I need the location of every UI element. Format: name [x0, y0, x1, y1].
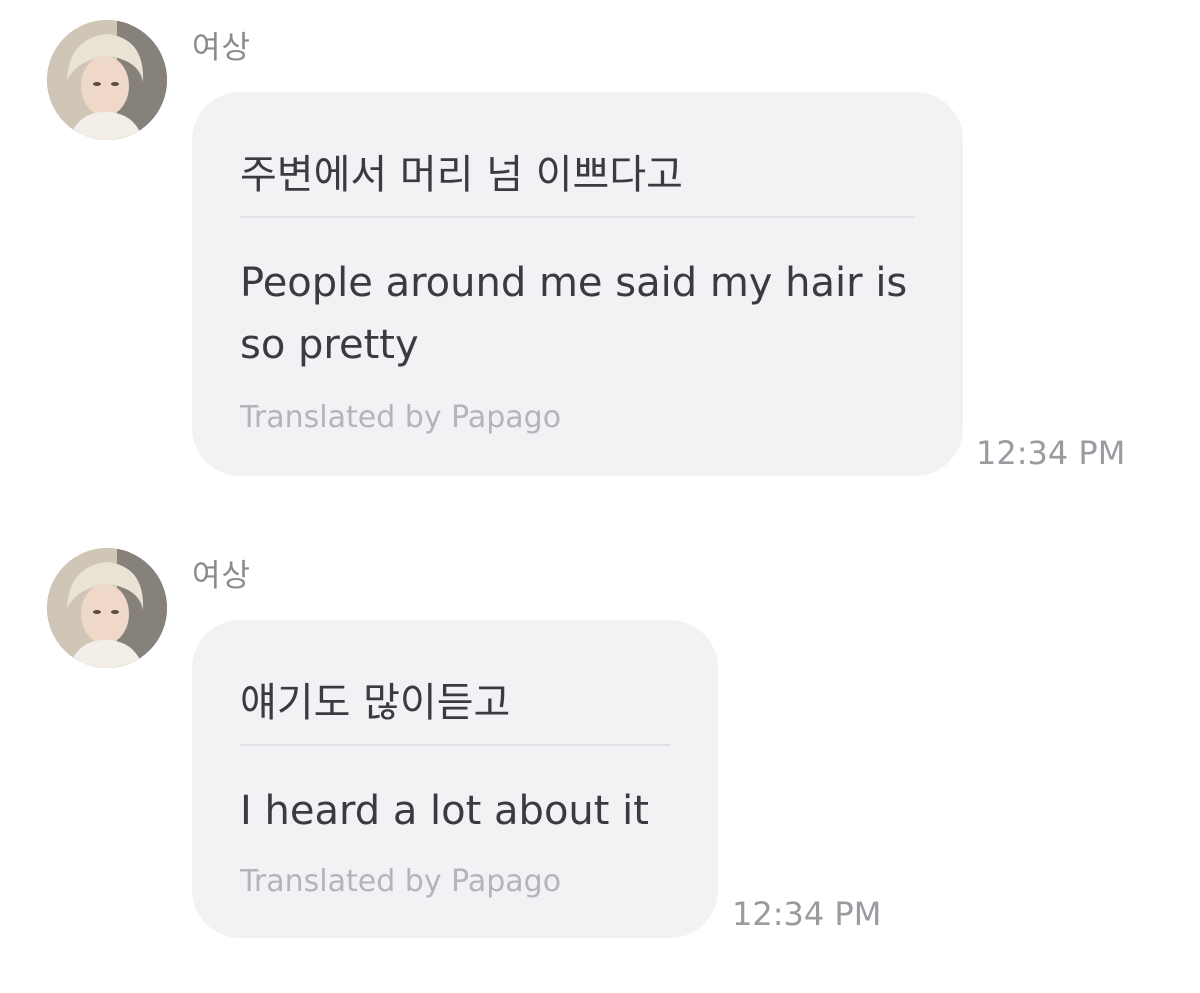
sender-name: 여상	[192, 558, 252, 594]
profile-photo-icon	[47, 548, 167, 668]
message-timestamp: 12:34 PM	[976, 434, 1126, 472]
avatar[interactable]	[47, 548, 167, 668]
original-text: 얘기도 많이듣고	[240, 680, 511, 726]
chat-message: 여상 얘기도 많이듣고 I heard a lot about it Trans…	[0, 527, 1200, 967]
translated-text: I heard a lot about it	[240, 788, 649, 834]
translation-divider	[240, 216, 915, 218]
translation-credit: Translated by Papago	[240, 400, 562, 435]
message-timestamp: 12:34 PM	[732, 895, 882, 933]
translated-text: People around me said my hair is so pret…	[240, 260, 908, 368]
message-bubble[interactable]: 얘기도 많이듣고 I heard a lot about it Translat…	[192, 620, 718, 938]
chat-message: 여상 주변에서 머리 넘 이쁘다고 People around me said …	[0, 0, 1200, 500]
profile-photo-icon	[47, 20, 167, 140]
sender-name: 여상	[192, 30, 252, 66]
translation-divider	[240, 744, 670, 746]
original-text: 주변에서 머리 넘 이쁘다고	[240, 152, 683, 198]
translation-credit: Translated by Papago	[240, 864, 562, 899]
message-bubble[interactable]: 주변에서 머리 넘 이쁘다고 People around me said my …	[192, 92, 963, 476]
avatar[interactable]	[47, 20, 167, 140]
